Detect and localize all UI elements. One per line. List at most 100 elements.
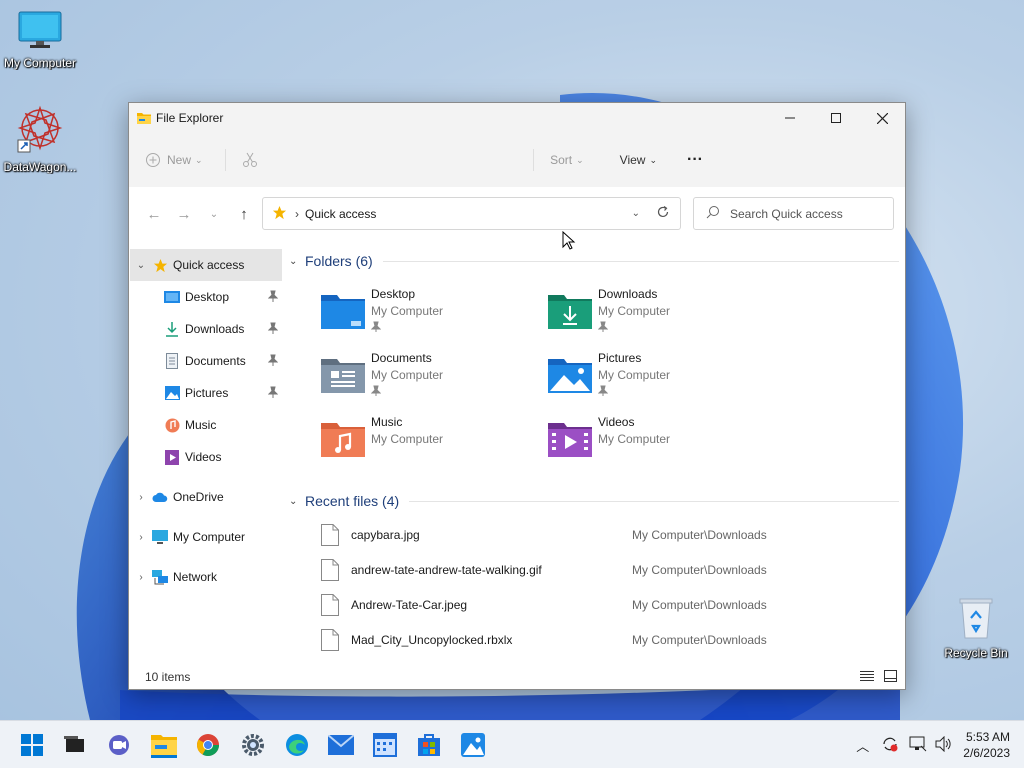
sidebar-item-desktop[interactable]: Desktop: [130, 281, 282, 313]
address-dropdown-icon[interactable]: ⌄: [632, 208, 640, 219]
clock[interactable]: 5:53 AM 2/6/2023: [963, 729, 1010, 761]
new-button[interactable]: New ⌄: [145, 152, 203, 168]
recent-files-group-header[interactable]: ⌄ Recent files (4): [289, 489, 899, 513]
recent-locations-button[interactable]: ⌄: [199, 209, 229, 220]
pin-icon[interactable]: [267, 322, 279, 337]
search-box[interactable]: Search Quick access: [693, 197, 894, 230]
chevron-down-icon: ⌄: [209, 208, 219, 220]
folder-tile-downloads[interactable]: Downloads My Computer: [548, 287, 768, 343]
taskbar: ︿ 5:53 AM 2/6/2023: [0, 720, 1024, 768]
taskbar-file-explorer[interactable]: [151, 732, 177, 758]
back-button[interactable]: ←: [139, 206, 169, 223]
taskbar-mail[interactable]: [328, 732, 354, 758]
file-name: Andrew-Tate-Car.jpeg: [351, 597, 468, 612]
recycle-bin-icon: [936, 596, 1016, 643]
sidebar-item-music[interactable]: Music: [130, 409, 282, 441]
pin-icon[interactable]: [267, 354, 279, 369]
file-icon: [321, 558, 339, 581]
taskbar-store[interactable]: [416, 732, 442, 758]
divider: [382, 260, 899, 262]
chevron-up-icon[interactable]: ︿: [856, 736, 869, 755]
mouse-cursor-icon: [562, 231, 576, 250]
status-bar: 10 items: [129, 665, 905, 689]
desktop-folder-icon: [164, 289, 180, 305]
address-bar[interactable]: › Quick access ⌄: [262, 197, 681, 230]
maximize-button[interactable]: [813, 103, 859, 133]
list-item[interactable]: capybara.jpg My Computer\Downloads: [289, 517, 899, 552]
document-icon: [164, 353, 180, 369]
chat-button[interactable]: [106, 732, 132, 758]
folder-tile-videos[interactable]: Videos My Computer: [548, 415, 768, 471]
folders-group-header[interactable]: ⌄ Folders (6): [289, 249, 899, 273]
sidebar-item-documents[interactable]: Documents: [130, 345, 282, 377]
cut-button[interactable]: [242, 152, 258, 168]
sync-icon[interactable]: [881, 736, 899, 755]
sort-button[interactable]: Sort ⌄: [550, 153, 584, 167]
details-view-icon[interactable]: [860, 670, 874, 685]
forward-button[interactable]: →: [169, 206, 199, 223]
task-view-button[interactable]: [62, 732, 88, 758]
plus-circle-icon: [146, 153, 160, 167]
photos-icon: [461, 733, 485, 757]
chevron-down-icon[interactable]: ⌄: [130, 260, 152, 271]
volume-icon[interactable]: [935, 735, 953, 755]
search-icon: [706, 205, 720, 222]
sidebar-item-downloads[interactable]: Downloads: [130, 313, 282, 345]
taskbar-settings[interactable]: [240, 732, 266, 758]
navigation-pane: ⌄ Quick access Desktop Downloads Documen…: [130, 249, 282, 669]
view-label: View: [619, 153, 646, 167]
sidebar-item-label: Music: [185, 418, 217, 432]
up-button[interactable]: ↑: [229, 206, 259, 223]
breadcrumb-separator-icon: ›: [295, 206, 299, 221]
sidebar-item-pictures[interactable]: Pictures: [130, 377, 282, 409]
sort-label: Sort: [550, 153, 573, 167]
list-item[interactable]: Mad_City_Uncopylocked.rbxlx My Computer\…: [289, 622, 899, 657]
folder-tile-pictures[interactable]: Pictures My Computer: [548, 351, 768, 407]
sidebar-item-onedrive[interactable]: › OneDrive: [130, 481, 282, 513]
minimize-button[interactable]: [767, 103, 813, 133]
sidebar-item-network[interactable]: › Network: [130, 561, 282, 593]
file-explorer-window[interactable]: File Explorer New ⌄ Sort ⌄ View ⌄ ··· ← …: [128, 102, 906, 690]
sidebar-item-videos[interactable]: Videos: [130, 441, 282, 473]
refresh-icon[interactable]: [656, 205, 670, 222]
list-item[interactable]: Andrew-Tate-Car.jpeg My Computer\Downloa…: [289, 587, 899, 622]
chevron-down-icon: ⌄: [289, 495, 298, 507]
start-button[interactable]: [19, 732, 45, 758]
content-pane: ⌄ Folders (6) Desktop My Computer Downlo…: [289, 249, 899, 657]
downloads-folder-icon: [548, 293, 592, 335]
desktop-icon-recycle-bin[interactable]: Recycle Bin: [936, 596, 1016, 660]
taskbar-calendar[interactable]: [372, 732, 398, 758]
file-name: Mad_City_Uncopylocked.rbxlx: [351, 632, 513, 647]
desktop-icon-my-computer[interactable]: My Computer: [0, 10, 80, 70]
sidebar-item-quick-access[interactable]: ⌄ Quick access: [130, 249, 282, 281]
chevron-right-icon[interactable]: ›: [130, 492, 152, 503]
pin-icon[interactable]: [267, 290, 279, 305]
folder-tile-desktop[interactable]: Desktop My Computer: [321, 287, 541, 343]
taskbar-edge[interactable]: [284, 732, 310, 758]
command-bar: New ⌄ Sort ⌄ View ⌄ ···: [129, 133, 905, 187]
breadcrumb-quick-access[interactable]: Quick access: [305, 207, 376, 221]
folder-tile-music[interactable]: Music My Computer: [321, 415, 541, 471]
sidebar-item-my-computer[interactable]: › My Computer: [130, 521, 282, 553]
taskbar-chrome[interactable]: [195, 732, 221, 758]
desktop-icon-datawagon[interactable]: DataWagon...: [0, 104, 80, 174]
chevron-right-icon[interactable]: ›: [130, 572, 152, 583]
network-status-icon[interactable]: [909, 736, 927, 755]
chevron-down-icon: ⌄: [649, 154, 658, 165]
chevron-right-icon[interactable]: ›: [130, 532, 152, 543]
file-path: My Computer\Downloads: [632, 562, 767, 577]
list-item[interactable]: andrew-tate-andrew-tate-walking.gif My C…: [289, 552, 899, 587]
title-bar[interactable]: File Explorer: [129, 103, 905, 133]
taskbar-photos[interactable]: [460, 732, 486, 758]
tiles-view-icon[interactable]: [884, 670, 897, 685]
folder-tile-documents[interactable]: Documents My Computer: [321, 351, 541, 407]
pin-icon[interactable]: [267, 386, 279, 401]
file-name: capybara.jpg: [351, 527, 420, 542]
video-icon: [164, 449, 180, 465]
window-title: File Explorer: [156, 111, 224, 125]
close-button[interactable]: [859, 103, 905, 133]
view-button[interactable]: View ⌄: [620, 153, 657, 167]
arrow-right-icon: →: [176, 205, 192, 223]
gear-icon: [242, 734, 264, 756]
more-options-button[interactable]: ···: [687, 151, 703, 169]
